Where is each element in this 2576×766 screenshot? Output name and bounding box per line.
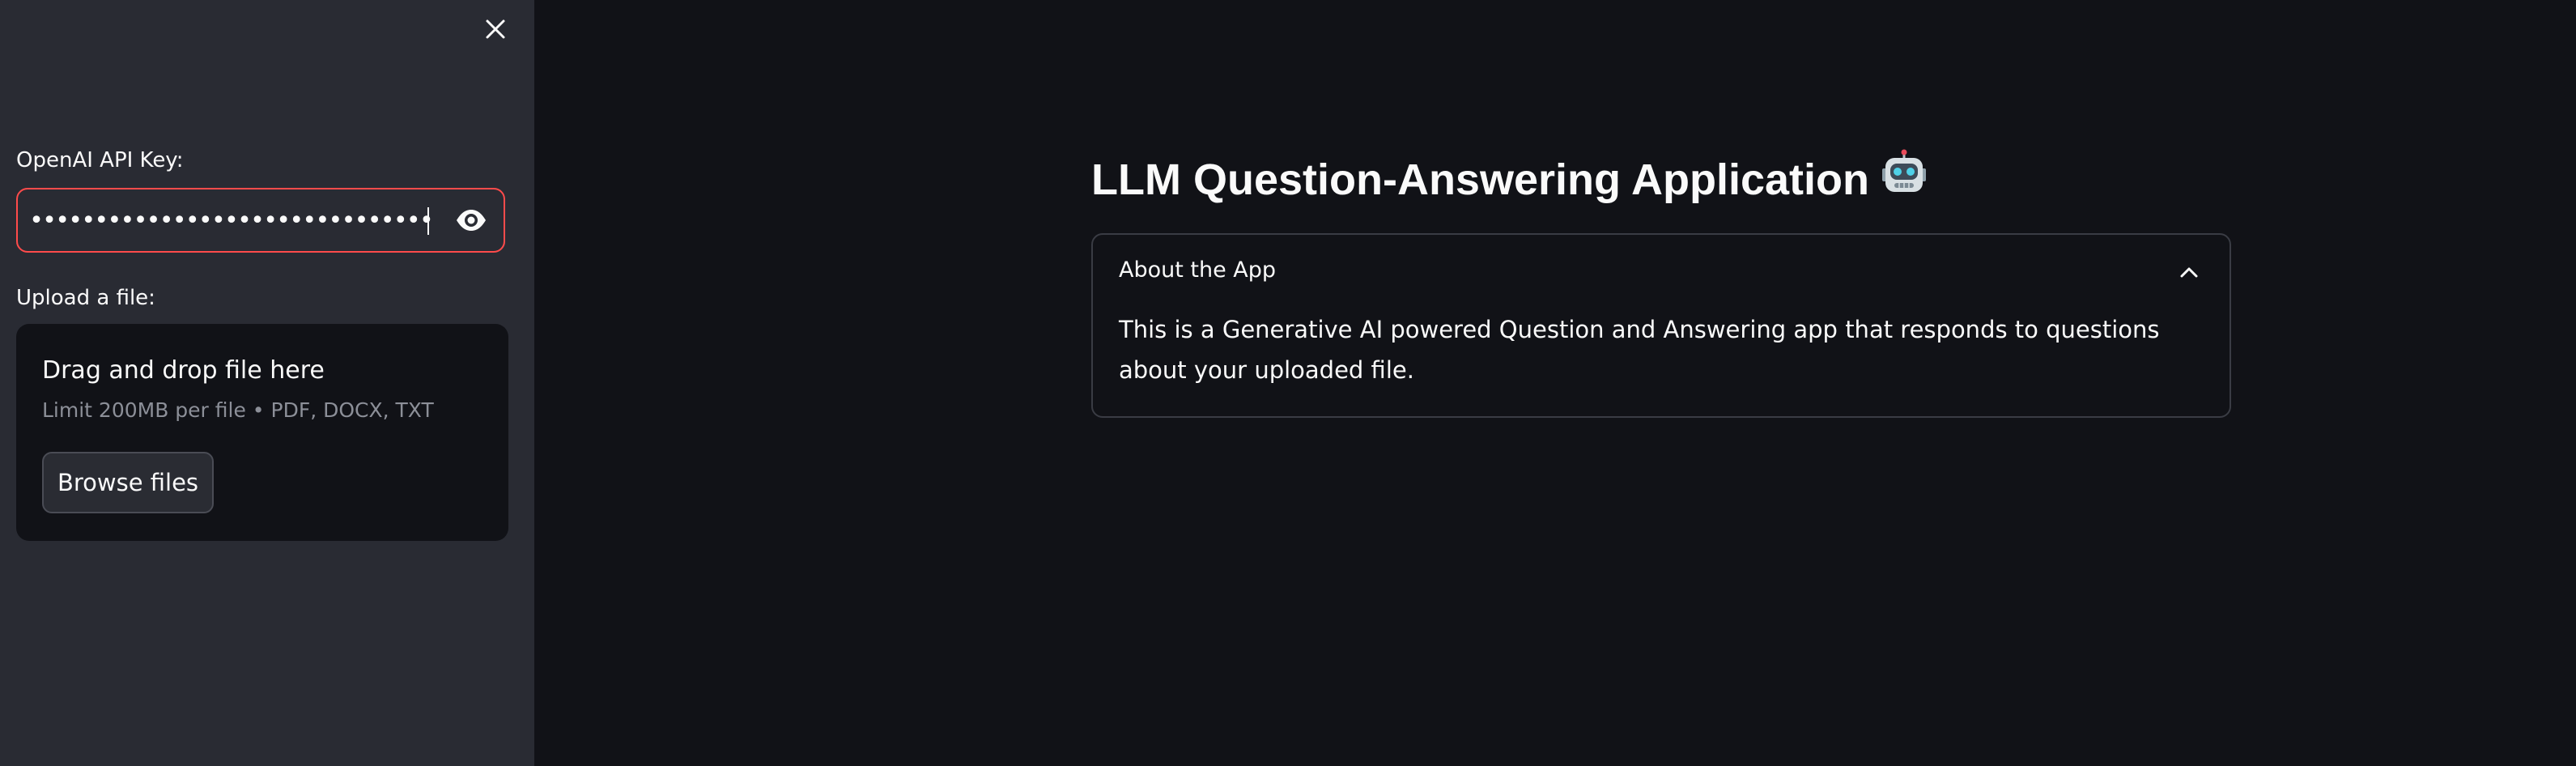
api-key-field[interactable] xyxy=(16,188,505,253)
close-icon xyxy=(486,19,505,39)
expander-body: This is a Generative AI powered Question… xyxy=(1119,316,2160,384)
eye-icon xyxy=(457,210,486,231)
upload-label: Upload a file: xyxy=(16,286,155,310)
file-dropzone[interactable]: Drag and drop file here Limit 200MB per … xyxy=(16,324,508,541)
text-caret xyxy=(427,207,429,235)
expander-title: About the App xyxy=(1119,257,1277,283)
app-root: OpenAI API Key: Upload a file: Drag and … xyxy=(0,0,2576,766)
about-expander: About the App This is a Generative AI po… xyxy=(1091,233,2231,418)
close-sidebar-button[interactable] xyxy=(479,13,512,45)
api-key-label: OpenAI API Key: xyxy=(16,148,184,172)
show-password-button[interactable] xyxy=(439,201,504,240)
expander-header[interactable]: About the App xyxy=(1093,235,2230,309)
browse-files-button[interactable]: Browse files xyxy=(42,452,214,513)
page-title-text: LLM Question-Answering Application xyxy=(1091,155,1869,204)
robot-icon xyxy=(1881,149,1928,211)
dropzone-limits: Limit 200MB per file • PDF, DOCX, TXT xyxy=(42,398,434,422)
dropzone-title: Drag and drop file here xyxy=(42,356,325,385)
sidebar: OpenAI API Key: Upload a file: Drag and … xyxy=(0,0,534,766)
chevron-up-icon xyxy=(2173,256,2205,288)
page-title: LLM Question-Answering Application xyxy=(1091,149,1928,211)
api-key-input[interactable] xyxy=(29,201,431,240)
